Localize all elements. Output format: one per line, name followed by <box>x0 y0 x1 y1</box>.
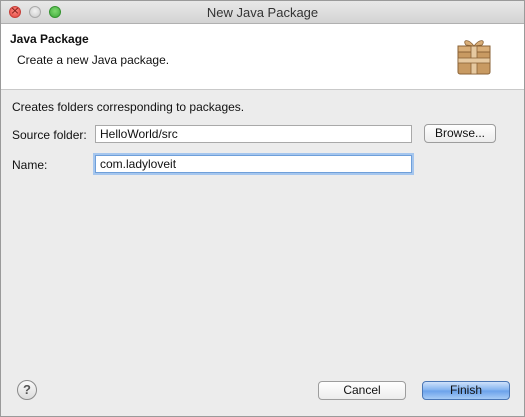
source-folder-label: Source folder: <box>12 128 87 142</box>
banner-message: Create a new Java package. <box>17 53 170 67</box>
finish-button[interactable]: Finish <box>422 381 510 400</box>
dialog-window: New Java Package Java Package Create a n… <box>0 0 525 417</box>
package-name-input[interactable] <box>95 155 412 173</box>
title-bar[interactable]: New Java Package <box>1 1 524 24</box>
help-icon[interactable]: ? <box>17 380 37 400</box>
browse-button[interactable]: Browse... <box>424 124 496 143</box>
source-folder-input[interactable] <box>95 125 412 143</box>
banner-title: Java Package <box>10 32 89 46</box>
cancel-button[interactable]: Cancel <box>318 381 406 400</box>
wizard-banner: Java Package Create a new Java package. <box>1 24 524 90</box>
window-title: New Java Package <box>206 5 319 20</box>
name-label: Name: <box>12 158 48 172</box>
form-description: Creates folders corresponding to package… <box>12 100 245 114</box>
package-icon <box>457 40 491 75</box>
